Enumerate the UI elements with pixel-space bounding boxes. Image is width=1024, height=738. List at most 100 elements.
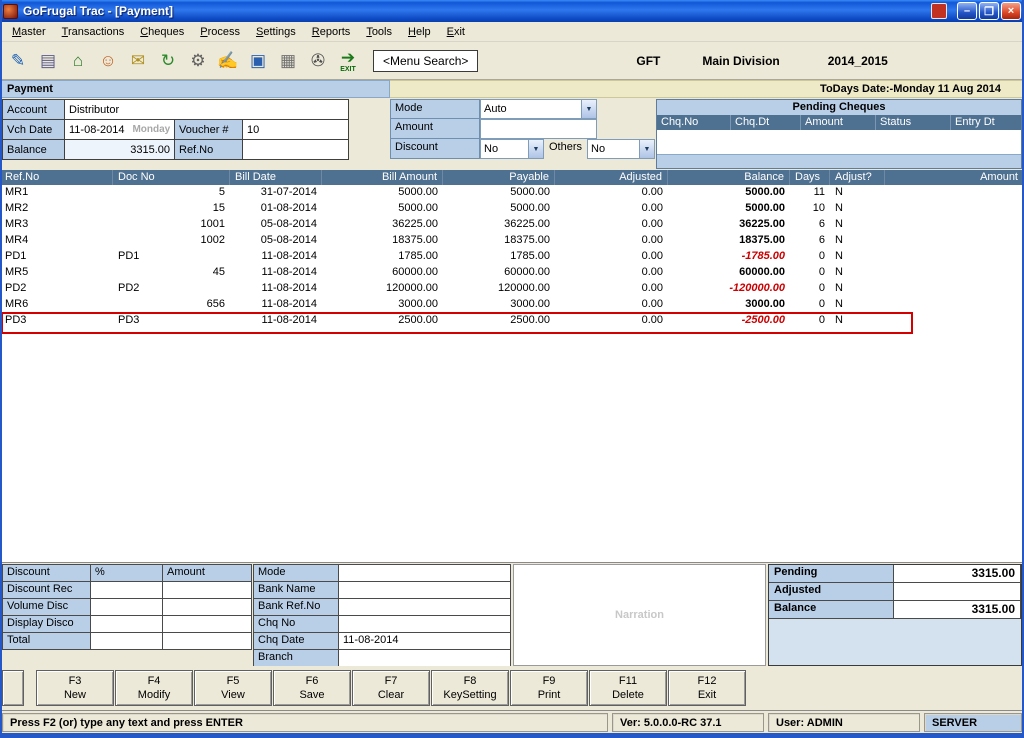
- fn-modify-button[interactable]: F4 Modify: [115, 670, 193, 706]
- fn-key-text: F3: [68, 675, 82, 688]
- bill-cell: 0.00: [641, 218, 663, 230]
- branch-field[interactable]: [339, 650, 511, 667]
- minimize-button[interactable]: –: [957, 2, 977, 20]
- bill-row-mr2[interactable]: MR2 15 01-08-2014 5000.00 5000.00 0.00 5000.00…: [0, 201, 1024, 217]
- fn-exit-button[interactable]: F12 Exit: [668, 670, 746, 706]
- bills-col-adjusted[interactable]: Adjusted: [555, 170, 668, 185]
- pending-cheques-title: Pending Cheques: [657, 100, 1021, 115]
- edit-icon[interactable]: ✍: [215, 46, 241, 76]
- bills-col-bill-date[interactable]: Bill Date: [230, 170, 322, 185]
- bill-row-pd2[interactable]: PD2 PD2 11-08-2014 120000.00 120000.00 0.00 -1…: [0, 281, 1024, 297]
- discount-select[interactable]: No ▼: [480, 139, 544, 159]
- pending-col-chq-no[interactable]: Chq.No: [657, 115, 731, 130]
- chq-no-field[interactable]: [339, 616, 511, 633]
- menu-item-tools[interactable]: Tools: [358, 24, 400, 40]
- bill-cell: N: [835, 218, 843, 230]
- bill-cell: 3000.00: [510, 298, 550, 310]
- menu-item-master[interactable]: Master: [4, 24, 54, 40]
- grid-icon[interactable]: ▦: [275, 46, 301, 76]
- save-icon[interactable]: ▤: [35, 46, 61, 76]
- bill-row-mr1[interactable]: MR1 5 31-07-2014 5000.00 5000.00 0.00 5000.00 1…: [0, 185, 1024, 201]
- menu-item-transactions[interactable]: Transactions: [54, 24, 133, 40]
- menu-item-exit[interactable]: Exit: [439, 24, 473, 40]
- bill-cell: PD3: [5, 314, 27, 326]
- menu-item-reports[interactable]: Reports: [304, 24, 359, 40]
- division-label: Main Division: [702, 53, 780, 68]
- fn-save-button[interactable]: F6 Save: [273, 670, 351, 706]
- menu-item-process[interactable]: Process: [192, 24, 248, 40]
- company-icon[interactable]: ⌂: [65, 46, 91, 76]
- bill-row-mr6[interactable]: MR6 656 11-08-2014 3000.00 3000.00 0.00 3000.0…: [0, 297, 1024, 313]
- exit-icon[interactable]: ➔ EXIT: [335, 46, 361, 76]
- chevron-down-icon[interactable]: ▼: [528, 140, 543, 158]
- pending-col-entry-dt[interactable]: Entry Dt: [951, 115, 1021, 130]
- bank-name-field[interactable]: [339, 582, 511, 599]
- bills-header: Ref.No Doc No Bill Date Bill Amount Payable A…: [0, 170, 1024, 185]
- settings-icon[interactable]: ⚙: [185, 46, 211, 76]
- close-button[interactable]: ×: [1001, 2, 1021, 20]
- refresh-icon[interactable]: ↻: [155, 46, 181, 76]
- fn-keysetting-button[interactable]: F8 KeySetting: [431, 670, 509, 706]
- total-amount-field[interactable]: [163, 633, 252, 650]
- total-pct-field[interactable]: [91, 633, 163, 650]
- maximize-button[interactable]: ❐: [979, 2, 999, 20]
- menu-search-button[interactable]: <Menu Search>: [373, 49, 479, 72]
- bill-cell: 18375.00: [739, 234, 785, 246]
- bills-col-bill-amount[interactable]: Bill Amount: [322, 170, 443, 185]
- fn-print-button[interactable]: F9 Print: [510, 670, 588, 706]
- cash-icon[interactable]: ✉: [125, 46, 151, 76]
- chevron-down-icon[interactable]: ▼: [581, 100, 596, 118]
- chevron-down-icon[interactable]: ▼: [639, 140, 655, 158]
- bills-col-doc-no[interactable]: Doc No: [113, 170, 230, 185]
- bill-row-mr5[interactable]: MR5 45 11-08-2014 60000.00 60000.00 0.00 60000…: [0, 265, 1024, 281]
- narration-input[interactable]: Narration: [513, 564, 766, 666]
- bills-col-adjust[interactable]: Adjust?: [830, 170, 885, 185]
- pending-col-chq-dt[interactable]: Chq.Dt: [731, 115, 801, 130]
- account-field[interactable]: Distributor: [65, 100, 349, 120]
- discount-rec-pct-field[interactable]: [91, 582, 163, 599]
- bill-cell: 0.00: [641, 266, 663, 278]
- fn-new-button[interactable]: F3 New: [36, 670, 114, 706]
- bill-row-pd1[interactable]: PD1 PD1 11-08-2014 1785.00 1785.00 0.00 -1785.…: [0, 249, 1024, 265]
- bank-refno-field[interactable]: [339, 599, 511, 616]
- others-select[interactable]: No ▼: [587, 139, 656, 159]
- pending-col-amount[interactable]: Amount: [801, 115, 876, 130]
- refno-field[interactable]: [243, 140, 349, 160]
- bills-col-balance[interactable]: Balance: [668, 170, 790, 185]
- card-icon[interactable]: ▣: [245, 46, 271, 76]
- fn-key-text: F8: [463, 675, 477, 688]
- volume-disc-pct-field[interactable]: [91, 599, 163, 616]
- discount-rec-amount-field[interactable]: [163, 582, 252, 599]
- bill-row-mr4[interactable]: MR4 1002 05-08-2014 18375.00 18375.00 0.00 183…: [0, 233, 1024, 249]
- new-voucher-icon[interactable]: ✎: [5, 46, 31, 76]
- bills-col-ref-no[interactable]: Ref.No: [0, 170, 113, 185]
- volume-disc-amount-field[interactable]: [163, 599, 252, 616]
- amount-input[interactable]: [480, 119, 597, 139]
- bill-cell: 0.00: [641, 282, 663, 294]
- function-buttons: F3 New F4 Modify F5 View F6 Save F7 Clear F8 KeySet…: [36, 670, 746, 706]
- menu-item-settings[interactable]: Settings: [248, 24, 304, 40]
- mode-select[interactable]: Auto ▼: [480, 99, 597, 119]
- vch-date-field[interactable]: 11-08-2014 Monday: [65, 120, 175, 140]
- display-disco-amount-field[interactable]: [163, 616, 252, 633]
- chq-date-field[interactable]: 11-08-2014: [339, 633, 511, 650]
- print-icon[interactable]: ✇: [305, 46, 331, 76]
- voucher-number-field[interactable]: 10: [243, 120, 349, 140]
- accounts-icon[interactable]: ☺: [95, 46, 121, 76]
- bill-cell: PD2: [5, 282, 27, 294]
- fn-delete-button[interactable]: F11 Delete: [589, 670, 667, 706]
- bills-col-payable[interactable]: Payable: [443, 170, 555, 185]
- fn-mini-button[interactable]: [2, 670, 24, 706]
- menu-item-cheques[interactable]: Cheques: [132, 24, 192, 40]
- bills-col-days[interactable]: Days: [790, 170, 830, 185]
- bill-cell: [885, 201, 1024, 217]
- pending-col-status[interactable]: Status: [876, 115, 951, 130]
- fn-view-button[interactable]: F5 View: [194, 670, 272, 706]
- fn-clear-button[interactable]: F7 Clear: [352, 670, 430, 706]
- bill-row-pd3[interactable]: PD3 PD3 11-08-2014 2500.00 2500.00 0.00 -2500.…: [0, 312, 1024, 334]
- mode-field[interactable]: [339, 565, 511, 582]
- menu-item-help[interactable]: Help: [400, 24, 439, 40]
- bill-row-mr3[interactable]: MR3 1001 05-08-2014 36225.00 36225.00 0.00 362…: [0, 217, 1024, 233]
- bills-col-amount[interactable]: Amount: [885, 170, 1024, 185]
- display-disco-pct-field[interactable]: [91, 616, 163, 633]
